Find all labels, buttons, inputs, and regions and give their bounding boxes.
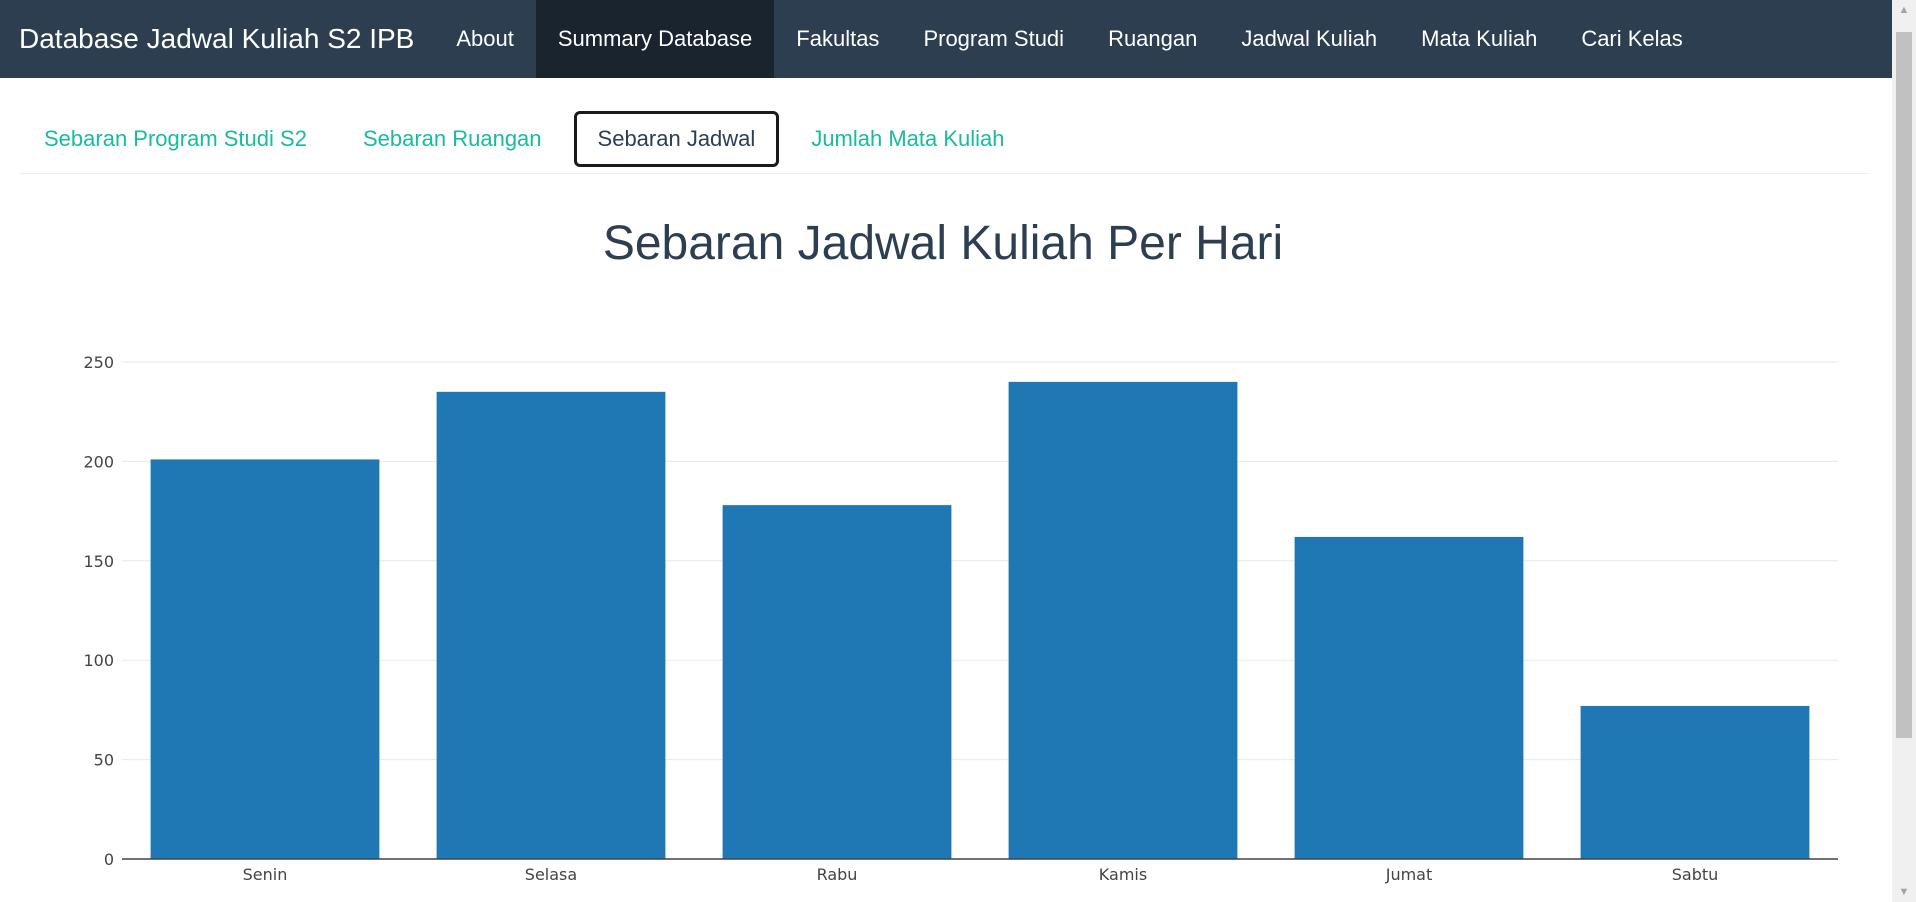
bar-kamis[interactable]	[1008, 381, 1238, 859]
summary-tabs: Sebaran Program Studi S2 Sebaran Ruangan…	[20, 111, 1870, 174]
y-tick-label: 250	[83, 353, 114, 372]
bar-rabu[interactable]	[722, 505, 952, 859]
bar-chart: 0 50 100 150 200 250 Senin Selasa Rabu Kamis Jumat…	[83, 353, 1838, 884]
bar-sabtu[interactable]	[1580, 705, 1810, 859]
y-tick-label: 150	[83, 552, 114, 571]
x-tick-label: Selasa	[525, 865, 577, 884]
bar-selasa[interactable]	[436, 391, 666, 859]
y-tick-label: 100	[83, 651, 114, 670]
brand-title[interactable]: Database Jadwal Kuliah S2 IPB	[0, 0, 434, 78]
bar-senin[interactable]	[150, 459, 380, 859]
x-tick-label: Kamis	[1099, 865, 1147, 884]
tab-sebaran-jadwal[interactable]: Sebaran Jadwal	[573, 111, 780, 167]
scroll-down-arrow-icon[interactable]: ▼	[1892, 886, 1916, 898]
y-tick-label: 0	[104, 850, 114, 869]
scroll-up-arrow-icon[interactable]: ▲	[1892, 4, 1916, 16]
nav-mata-kuliah[interactable]: Mata Kuliah	[1399, 0, 1559, 78]
nav-program-studi[interactable]: Program Studi	[901, 0, 1086, 78]
bar-jumat[interactable]	[1294, 536, 1524, 859]
top-navbar: Database Jadwal Kuliah S2 IPB About Summ…	[0, 0, 1892, 78]
tab-jumlah-mata-kuliah[interactable]: Jumlah Mata Kuliah	[787, 111, 1028, 167]
tab-sebaran-program-studi[interactable]: Sebaran Program Studi S2	[20, 111, 331, 167]
nav-fakultas[interactable]: Fakultas	[774, 0, 901, 78]
nav-jadwal-kuliah[interactable]: Jadwal Kuliah	[1219, 0, 1399, 78]
nav-about[interactable]: About	[434, 0, 536, 78]
scrollbar-thumb[interactable]	[1896, 32, 1912, 738]
vertical-scrollbar[interactable]: ▲ ▼	[1892, 0, 1916, 902]
x-tick-label: Rabu	[817, 865, 858, 884]
x-tick-label: Senin	[243, 865, 288, 884]
nav-summary-database[interactable]: Summary Database	[535, 0, 775, 78]
nav-cari-kelas[interactable]: Cari Kelas	[1559, 0, 1704, 78]
y-tick-label: 200	[83, 452, 114, 471]
chart-title: Sebaran Jadwal Kuliah Per Hari	[602, 217, 1284, 270]
x-tick-label: Sabtu	[1672, 865, 1719, 884]
x-tick-label: Jumat	[1385, 865, 1433, 884]
nav-ruangan[interactable]: Ruangan	[1086, 0, 1219, 78]
tab-sebaran-ruangan[interactable]: Sebaran Ruangan	[339, 111, 566, 167]
y-tick-label: 50	[94, 751, 114, 770]
